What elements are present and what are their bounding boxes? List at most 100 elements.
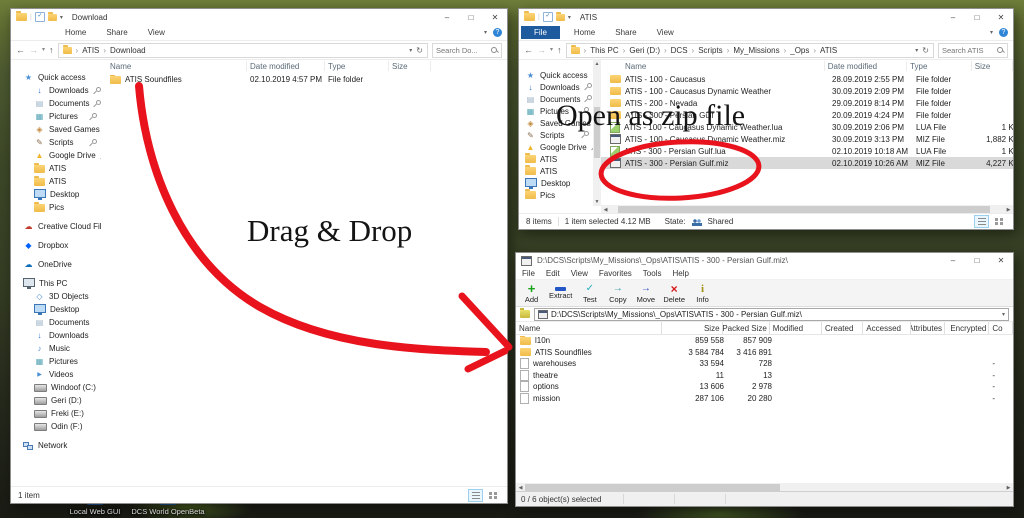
sidebar-item[interactable]: Music <box>11 342 101 355</box>
close-button[interactable]: ✕ <box>989 253 1013 268</box>
column-header-modified[interactable]: Modified <box>770 322 822 334</box>
back-icon[interactable]: ← <box>524 46 533 55</box>
sidebar-item[interactable]: Desktop <box>11 188 101 201</box>
sidebar-item[interactable]: Saved Games <box>11 123 101 136</box>
close-button[interactable]: ✕ <box>483 9 507 25</box>
toolbar-button[interactable]: Delete <box>663 283 685 304</box>
column-header-packed-size[interactable]: Packed Size <box>723 322 770 334</box>
minimize-button[interactable]: – <box>435 9 459 25</box>
sidebar-item[interactable]: Downloads <box>11 84 101 97</box>
sidebar-item[interactable]: Downloads <box>519 81 593 93</box>
help-icon[interactable]: ? <box>999 28 1008 37</box>
breadcrumb-item[interactable]: Scripts <box>688 46 723 55</box>
sidebar-item[interactable]: Documents <box>11 316 101 329</box>
sidebar-item[interactable]: Quick access <box>519 69 593 81</box>
sidebar-item[interactable]: Pictures <box>11 355 101 368</box>
breadcrumb-item[interactable]: DCS <box>660 46 688 55</box>
up-icon[interactable]: ↑ <box>557 46 562 55</box>
ribbon-tab[interactable]: View <box>138 28 175 37</box>
menu-item[interactable]: Tools <box>643 269 662 278</box>
maximize-button[interactable]: □ <box>965 9 989 25</box>
ribbon-tab[interactable]: Share <box>605 28 646 37</box>
column-header-encrypted[interactable]: Encrypted <box>945 322 989 334</box>
search-input[interactable] <box>436 46 489 55</box>
ribbon-tab[interactable]: Share <box>96 28 137 37</box>
breadcrumb-item[interactable]: ATIS <box>809 46 837 55</box>
new-folder-icon[interactable] <box>48 14 57 21</box>
maximize-button[interactable]: □ <box>965 253 989 268</box>
title-bar[interactable]: | ✓ ▾ ATIS – □ ✕ <box>519 9 1013 25</box>
sidebar-item[interactable]: Pics <box>11 201 101 214</box>
recent-locations-icon[interactable]: ▾ <box>42 47 45 53</box>
sidebar-item[interactable]: ATIS <box>519 153 593 165</box>
thumbnails-view-button[interactable] <box>485 489 500 502</box>
archive-row[interactable]: options 13 606 2 978 - <box>516 381 1013 393</box>
maximize-button[interactable]: □ <box>459 9 483 25</box>
forward-icon[interactable]: → <box>537 46 546 55</box>
sidebar-item[interactable]: Scripts <box>519 129 593 141</box>
chevron-down-icon[interactable]: ▾ <box>568 14 571 21</box>
column-header-attributes[interactable]: Attributes <box>911 322 946 334</box>
search-box[interactable] <box>432 43 502 58</box>
properties-icon[interactable]: ✓ <box>35 12 45 22</box>
sidebar-item[interactable]: Google Drive <box>11 149 101 162</box>
sidebar-item[interactable]: Saved Games <box>519 117 593 129</box>
breadcrumb[interactable]: ATISDownload ▾ ↻ <box>58 43 428 58</box>
sidebar-item[interactable]: Documents <box>519 93 593 105</box>
sidebar-item[interactable]: Quick access <box>11 71 101 84</box>
sidebar-item[interactable]: Pictures <box>519 105 593 117</box>
file-row[interactable]: ATIS - 100 - Caucasus Dynamic Weather.mi… <box>601 133 1013 145</box>
close-button[interactable]: ✕ <box>989 9 1013 25</box>
details-view-button[interactable] <box>468 489 483 502</box>
sidebar-item[interactable]: Scripts <box>11 136 101 149</box>
sidebar-item[interactable]: Dropbox <box>11 239 101 252</box>
column-header-size[interactable]: Size <box>389 61 431 71</box>
breadcrumb-item[interactable]: ATIS <box>72 46 100 55</box>
sidebar-item[interactable]: Pictures <box>11 110 101 123</box>
sidebar-item[interactable]: Downloads <box>11 329 101 342</box>
menu-item[interactable]: Edit <box>546 269 560 278</box>
toolbar-button[interactable]: Copy <box>607 283 628 304</box>
sidebar-item[interactable]: Creative Cloud Files <box>11 220 101 233</box>
ribbon-tab[interactable]: View <box>647 28 684 37</box>
column-header-date[interactable]: Date modified <box>825 61 907 71</box>
scroll-up-icon[interactable]: ▲ <box>593 59 601 68</box>
sidebar-item[interactable]: This PC <box>11 277 101 290</box>
toolbar-button[interactable]: Extract <box>549 287 572 300</box>
sidebar-item[interactable]: OneDrive <box>11 258 101 271</box>
breadcrumb-item[interactable]: Download <box>99 46 145 55</box>
sidebar-item[interactable]: Documents <box>11 97 101 110</box>
column-header-comment[interactable]: Co <box>989 322 1013 334</box>
recent-locations-icon[interactable]: ▾ <box>550 47 553 53</box>
sidebar-item[interactable]: Windoof (C:) <box>11 381 101 394</box>
minimize-button[interactable]: – <box>941 253 965 268</box>
forward-icon[interactable]: → <box>29 46 38 55</box>
column-header-type[interactable]: Type <box>325 61 389 71</box>
title-bar[interactable]: D:\DCS\Scripts\My_Missions\_Ops\ATIS\ATI… <box>516 253 1013 268</box>
sidebar-item[interactable]: Videos <box>11 368 101 381</box>
sidebar-item[interactable]: Desktop <box>11 303 101 316</box>
column-header-size[interactable]: Size <box>662 322 723 334</box>
sidebar-item[interactable]: ATIS <box>11 162 101 175</box>
scroll-down-icon[interactable]: ▼ <box>593 197 601 206</box>
address-dropdown-icon[interactable]: ▾ <box>915 47 918 54</box>
properties-icon[interactable]: ✓ <box>543 12 553 22</box>
path-combo-box[interactable]: D:\DCS\Scripts\My_Missions\_Ops\ATIS\ATI… <box>534 308 1009 321</box>
column-header-name[interactable]: Name <box>107 61 247 71</box>
breadcrumb-item[interactable]: My_Missions <box>723 46 780 55</box>
ribbon-expand-icon[interactable]: ▾ <box>990 29 993 36</box>
column-header-type[interactable]: Type <box>907 61 972 71</box>
file-row[interactable]: ATIS - 100 - Caucasus 28.09.2019 2:55 PM… <box>601 73 1013 85</box>
file-row[interactable]: ATIS - 100 - Caucasus Dynamic Weather 30… <box>601 85 1013 97</box>
back-icon[interactable]: ← <box>16 46 25 55</box>
column-header-size[interactable]: Size <box>972 61 1013 71</box>
file-menu-button[interactable]: File <box>521 26 560 39</box>
sidebar-item[interactable]: Network <box>11 439 101 452</box>
toolbar-button[interactable]: Add <box>521 283 542 304</box>
file-row[interactable]: ATIS - 200 - Nevada 29.09.2019 8:14 PM F… <box>601 97 1013 109</box>
archive-row[interactable]: l10n 859 558 857 909 <box>516 335 1013 347</box>
archive-row[interactable]: mission 287 106 20 280 - <box>516 393 1013 405</box>
search-input[interactable] <box>942 46 995 55</box>
column-header-created[interactable]: Created <box>822 322 863 334</box>
toolbar-button[interactable]: Info <box>692 283 713 304</box>
